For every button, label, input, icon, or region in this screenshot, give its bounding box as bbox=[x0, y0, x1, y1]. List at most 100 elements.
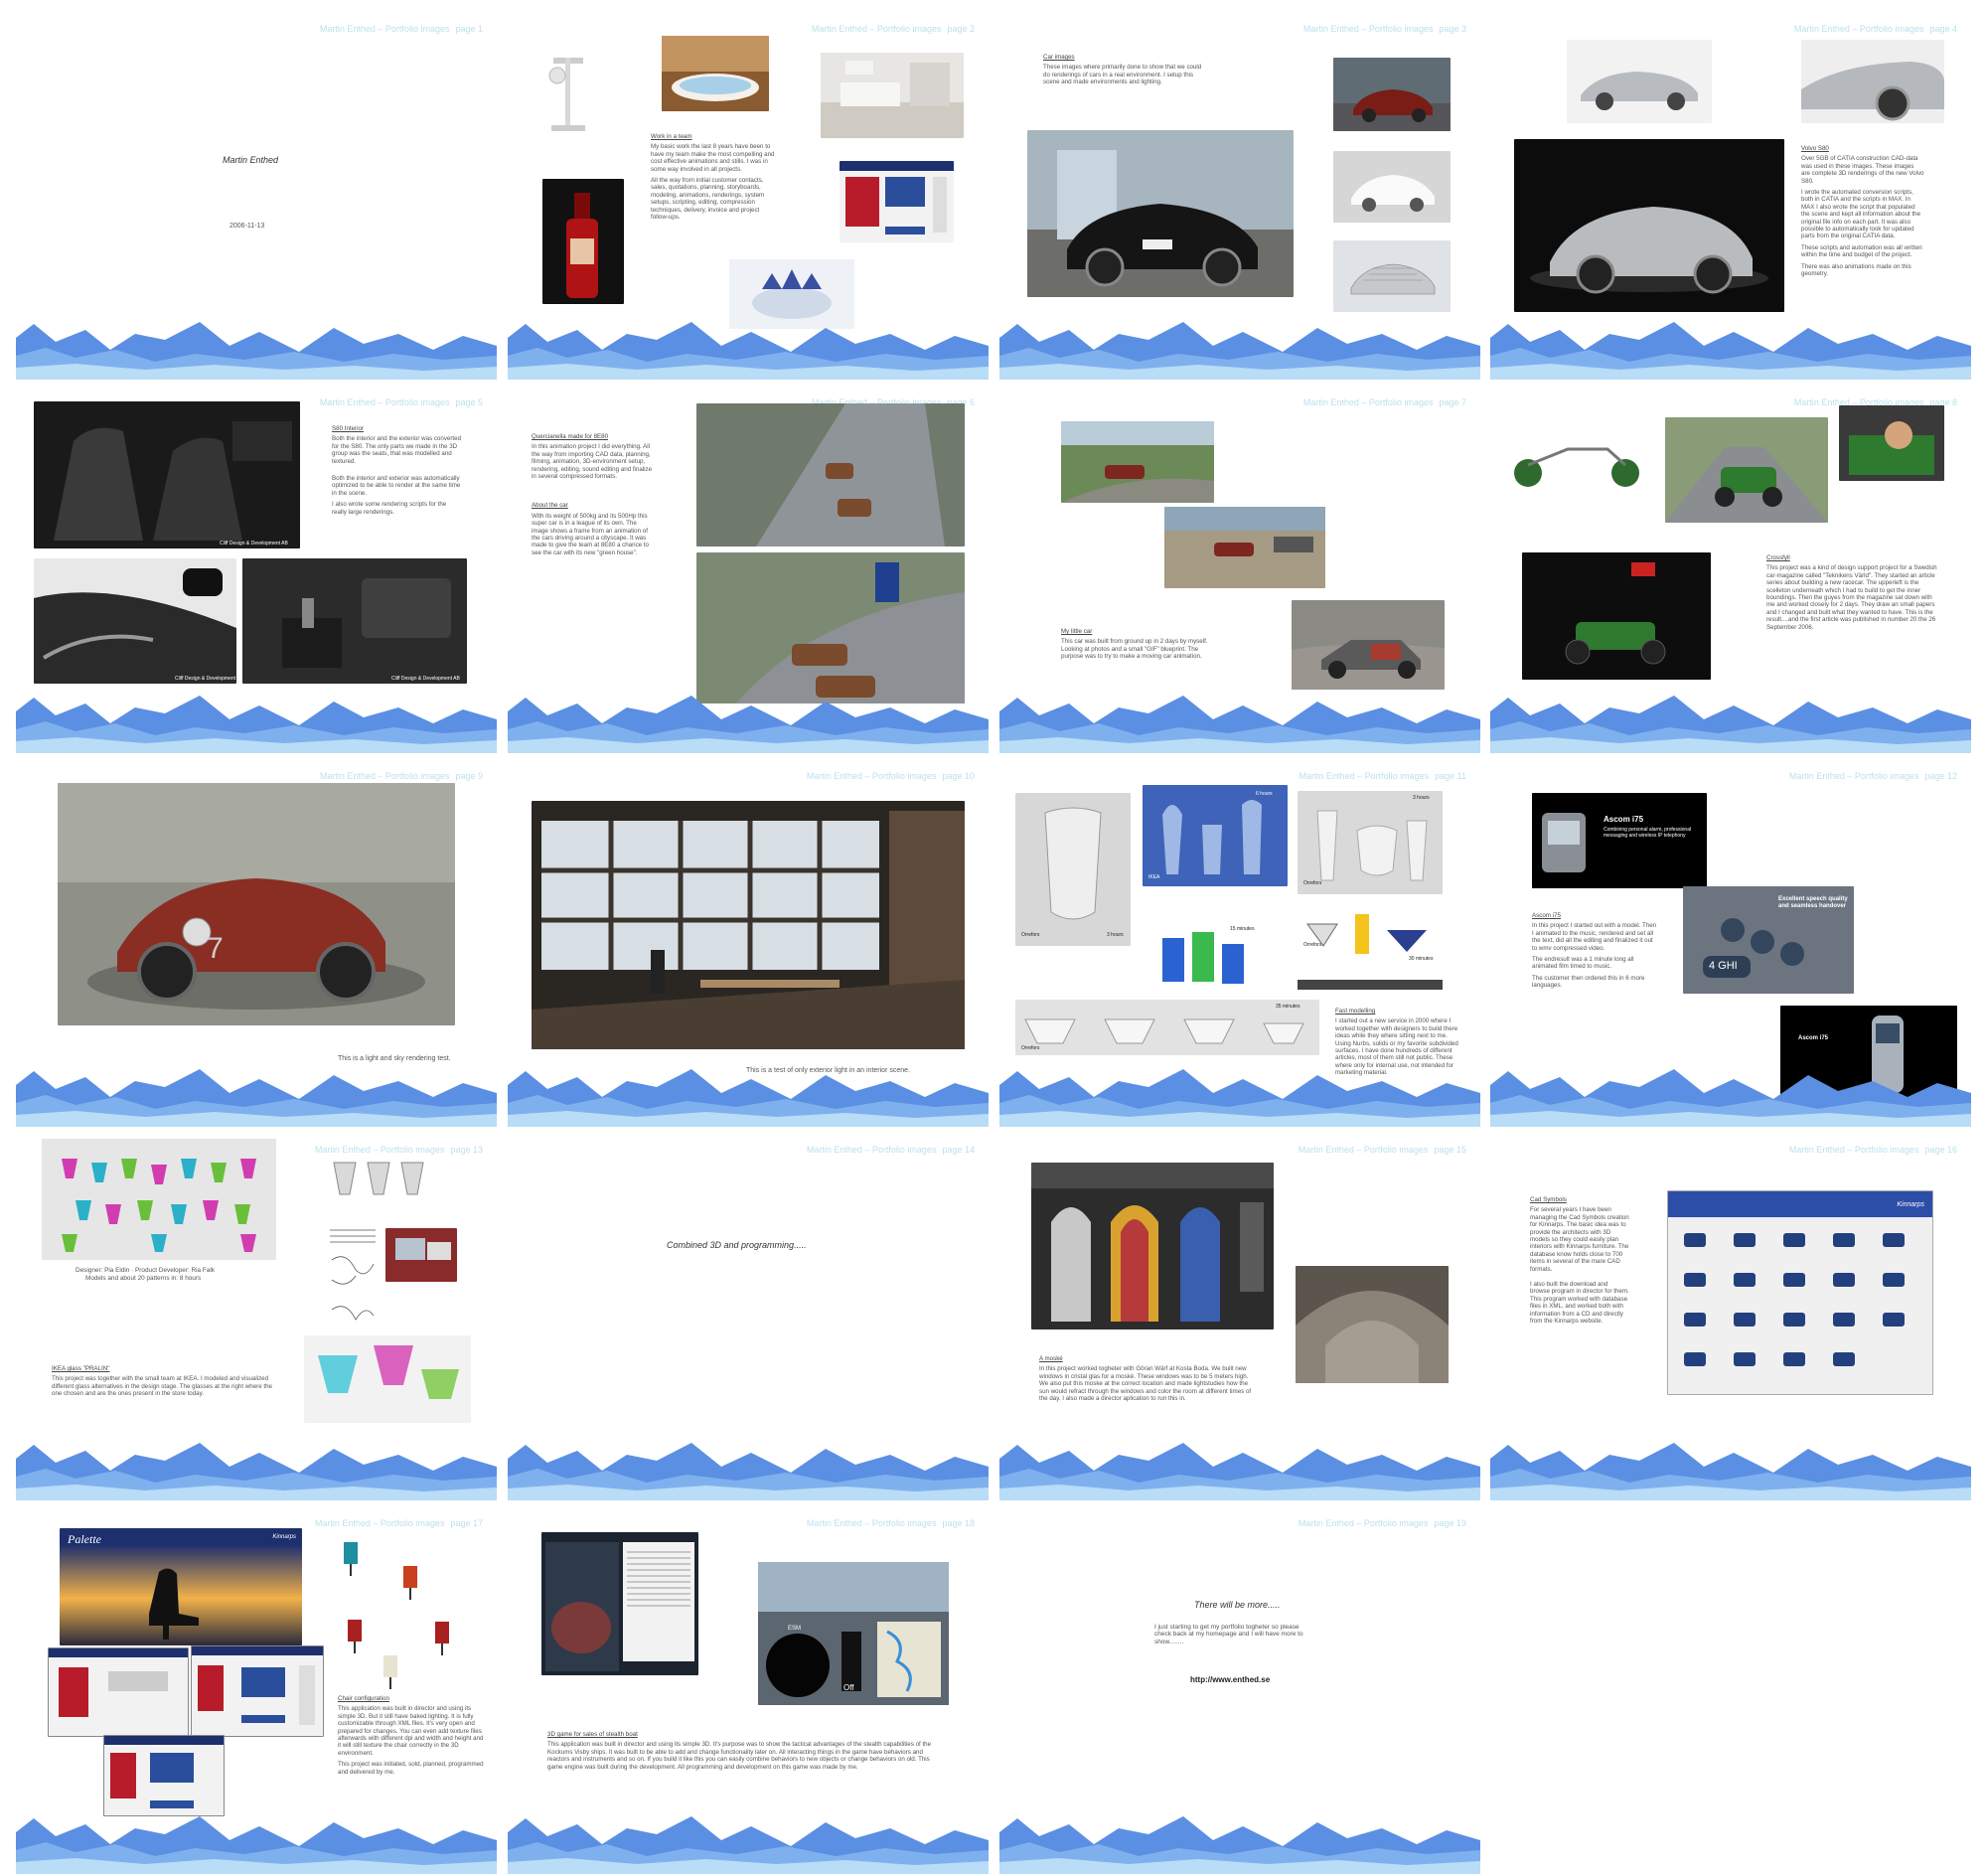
time-label: 6 hours bbox=[1256, 791, 1273, 797]
off-label: Off bbox=[843, 1683, 854, 1692]
stealth-game-briefing-screen bbox=[541, 1532, 698, 1675]
keypad-key-text: 4 GHI bbox=[1709, 960, 1738, 972]
portfolio-page-15: Martin Enthed – Portfolio images page 15 … bbox=[999, 1137, 1480, 1500]
author-name: Martin Enthed bbox=[223, 155, 279, 165]
light-sky-render: 7 bbox=[58, 783, 455, 1025]
time-label: 15 minutes bbox=[1230, 926, 1255, 932]
app-brand: Kinnarps bbox=[1897, 1201, 1924, 1208]
wave-decoration bbox=[508, 696, 989, 753]
time-label: 30 minutes bbox=[1409, 956, 1434, 962]
glass-sketch-render bbox=[326, 1155, 435, 1216]
mosque-dome-render bbox=[1296, 1266, 1449, 1383]
palette-config-screen-1 bbox=[48, 1647, 189, 1737]
portfolio-page-13: Martin Enthed – Portfolio images page 13 … bbox=[16, 1137, 497, 1500]
page-header: Martin Enthed – Portfolio images page 17 bbox=[314, 1518, 483, 1528]
page-header: Martin Enthed – Portfolio images page 12 bbox=[1788, 771, 1957, 781]
s80-interior-text: S80 Interior Both the interior and the ex… bbox=[332, 425, 462, 516]
date-text: 2006-11-13 bbox=[229, 223, 265, 230]
app-title: Palette bbox=[68, 1532, 101, 1546]
glass-label: Orrefors bbox=[1303, 942, 1322, 948]
colored-glasses-render bbox=[1152, 908, 1260, 992]
volvo-s80-text: Volvo S80 Over 5GB of CATIA construction … bbox=[1801, 145, 1924, 278]
bathtub-render bbox=[662, 36, 769, 111]
pralin-glasses-render bbox=[42, 1139, 276, 1260]
racecar-driver-render bbox=[1839, 405, 1944, 481]
pralin-chosen-glasses bbox=[304, 1335, 471, 1423]
portfolio-page-16: Martin Enthed – Portfolio images page 16 … bbox=[1490, 1137, 1971, 1500]
little-car-render-3 bbox=[1292, 600, 1445, 690]
wave-decoration bbox=[1490, 322, 1971, 380]
page-header: Martin Enthed – Portfolio images page 11 bbox=[1299, 771, 1466, 781]
racecar-skeleton-render bbox=[1498, 415, 1657, 505]
page-header: Martin Enthed – Portfolio images page 4 bbox=[1793, 24, 1957, 34]
screen-subtitle: Combining personal alarm, professional m… bbox=[1604, 827, 1692, 839]
portfolio-page-11: Martin Enthed – Portfolio images page 11 … bbox=[999, 763, 1480, 1127]
volvo-s80-hero-render bbox=[1514, 139, 1784, 312]
wave-decoration bbox=[1490, 1069, 1971, 1127]
page-header: Martin Enthed – Portfolio images page 7 bbox=[1302, 397, 1466, 407]
closing-text: I just starting to get my portfolio togh… bbox=[1154, 1624, 1303, 1645]
door-panel-render bbox=[34, 558, 236, 684]
palette-app-screenshot bbox=[840, 161, 954, 242]
wave-decoration bbox=[16, 1816, 497, 1874]
page-header: Martin Enthed – Portfolio images page 15 bbox=[1298, 1145, 1466, 1155]
wave-decoration bbox=[999, 696, 1480, 753]
page-header: Martin Enthed – Portfolio images page 19 bbox=[1298, 1518, 1466, 1528]
portfolio-page-14: Martin Enthed – Portfolio images page 14 … bbox=[508, 1137, 989, 1500]
portfolio-page-3: Martin Enthed – Portfolio images page 3 C… bbox=[999, 16, 1480, 380]
homepage-link[interactable]: http://www.enthed.se bbox=[1190, 1675, 1270, 1684]
bottle-render bbox=[542, 179, 624, 304]
page-header: Martin Enthed – Portfolio images page 2 bbox=[811, 24, 975, 34]
time-label: 3 hours bbox=[1413, 795, 1430, 801]
crossfyll-text: Crossfyll This project was a kind of desi… bbox=[1766, 554, 1937, 631]
ascom-title-screen: Ascom i75 Combining personal alarm, prof… bbox=[1532, 793, 1707, 888]
orrefors-bowls-render bbox=[1015, 1000, 1319, 1055]
portfolio-page-17: Martin Enthed – Portfolio images page 17 … bbox=[16, 1510, 497, 1874]
portfolio-page-19: Martin Enthed – Portfolio images page 19 … bbox=[999, 1510, 1480, 1874]
wave-decoration bbox=[508, 1816, 989, 1874]
stealth-game-sonar-screen: ESM Off bbox=[758, 1562, 949, 1705]
page-header: Martin Enthed – Portfolio images page 10 bbox=[806, 771, 975, 781]
svg-text:7: 7 bbox=[207, 932, 224, 965]
ascom-keypad-render: Excellent speech quality and seamless ha… bbox=[1683, 886, 1854, 994]
s80-seats-render bbox=[34, 401, 300, 548]
page-header: Martin Enthed – Portfolio images page 3 bbox=[1302, 24, 1466, 34]
wave-decoration bbox=[1490, 1443, 1971, 1500]
cad-symbols-text: Cad Symbols For several years I have been… bbox=[1530, 1196, 1629, 1326]
work-in-team-text: Work in a team My basic work the last 8 y… bbox=[651, 133, 775, 222]
wave-decoration bbox=[999, 1069, 1480, 1127]
cad-browser-app: Kinnarps bbox=[1667, 1190, 1933, 1395]
mosque-text: A moské In this project worked togheter w… bbox=[1039, 1355, 1252, 1403]
watermark-text: Cliff Design & Development AB bbox=[220, 541, 288, 547]
wave-decoration bbox=[1490, 696, 1971, 753]
little-car-photo-2 bbox=[1164, 507, 1325, 588]
glass-label: Orrefors bbox=[1021, 932, 1040, 938]
volvo-front-closeup bbox=[1801, 40, 1944, 123]
wave-decoration bbox=[508, 1069, 989, 1127]
volvo-side-render bbox=[1567, 40, 1712, 123]
watermark-text: Cliff Design & Development AB bbox=[391, 676, 460, 682]
wave-decoration bbox=[508, 1443, 989, 1500]
pralin-text: IKEA glass "PRALIN" This project was toge… bbox=[52, 1365, 272, 1398]
wave-decoration bbox=[16, 322, 497, 380]
phone-title: Ascom i75 bbox=[1798, 1035, 1829, 1041]
time-label: 3 hours bbox=[1107, 932, 1124, 938]
portfolio-page-2: Martin Enthed – Portfolio images page 2 W… bbox=[508, 16, 989, 380]
pattern-sketches bbox=[326, 1220, 380, 1328]
little-car-text: My little car This car was built from gro… bbox=[1061, 628, 1208, 661]
portfolio-page-12: Martin Enthed – Portfolio images page 12 … bbox=[1490, 763, 1971, 1127]
portfolio-page-18: Martin Enthed – Portfolio images page 18 … bbox=[508, 1510, 989, 1874]
glass-label: Orrefors bbox=[1021, 1045, 1040, 1051]
closing-heading: There will be more..... bbox=[1194, 1600, 1281, 1610]
page-header: Martin Enthed – Portfolio images page 9 bbox=[319, 771, 483, 781]
wave-decoration bbox=[16, 696, 497, 753]
interior-light-render bbox=[532, 801, 965, 1049]
portfolio-page-10: Martin Enthed – Portfolio images page 10 … bbox=[508, 763, 989, 1127]
page-header: Martin Enthed – Portfolio images page 13 bbox=[314, 1145, 483, 1155]
glass-label: IKEA bbox=[1148, 874, 1160, 880]
center-console-render bbox=[242, 558, 467, 684]
wave-decoration bbox=[999, 1816, 1480, 1874]
wave-decoration bbox=[16, 1069, 497, 1127]
wireframe-car-render bbox=[1333, 240, 1451, 312]
ikea-glass-render bbox=[1143, 785, 1288, 886]
